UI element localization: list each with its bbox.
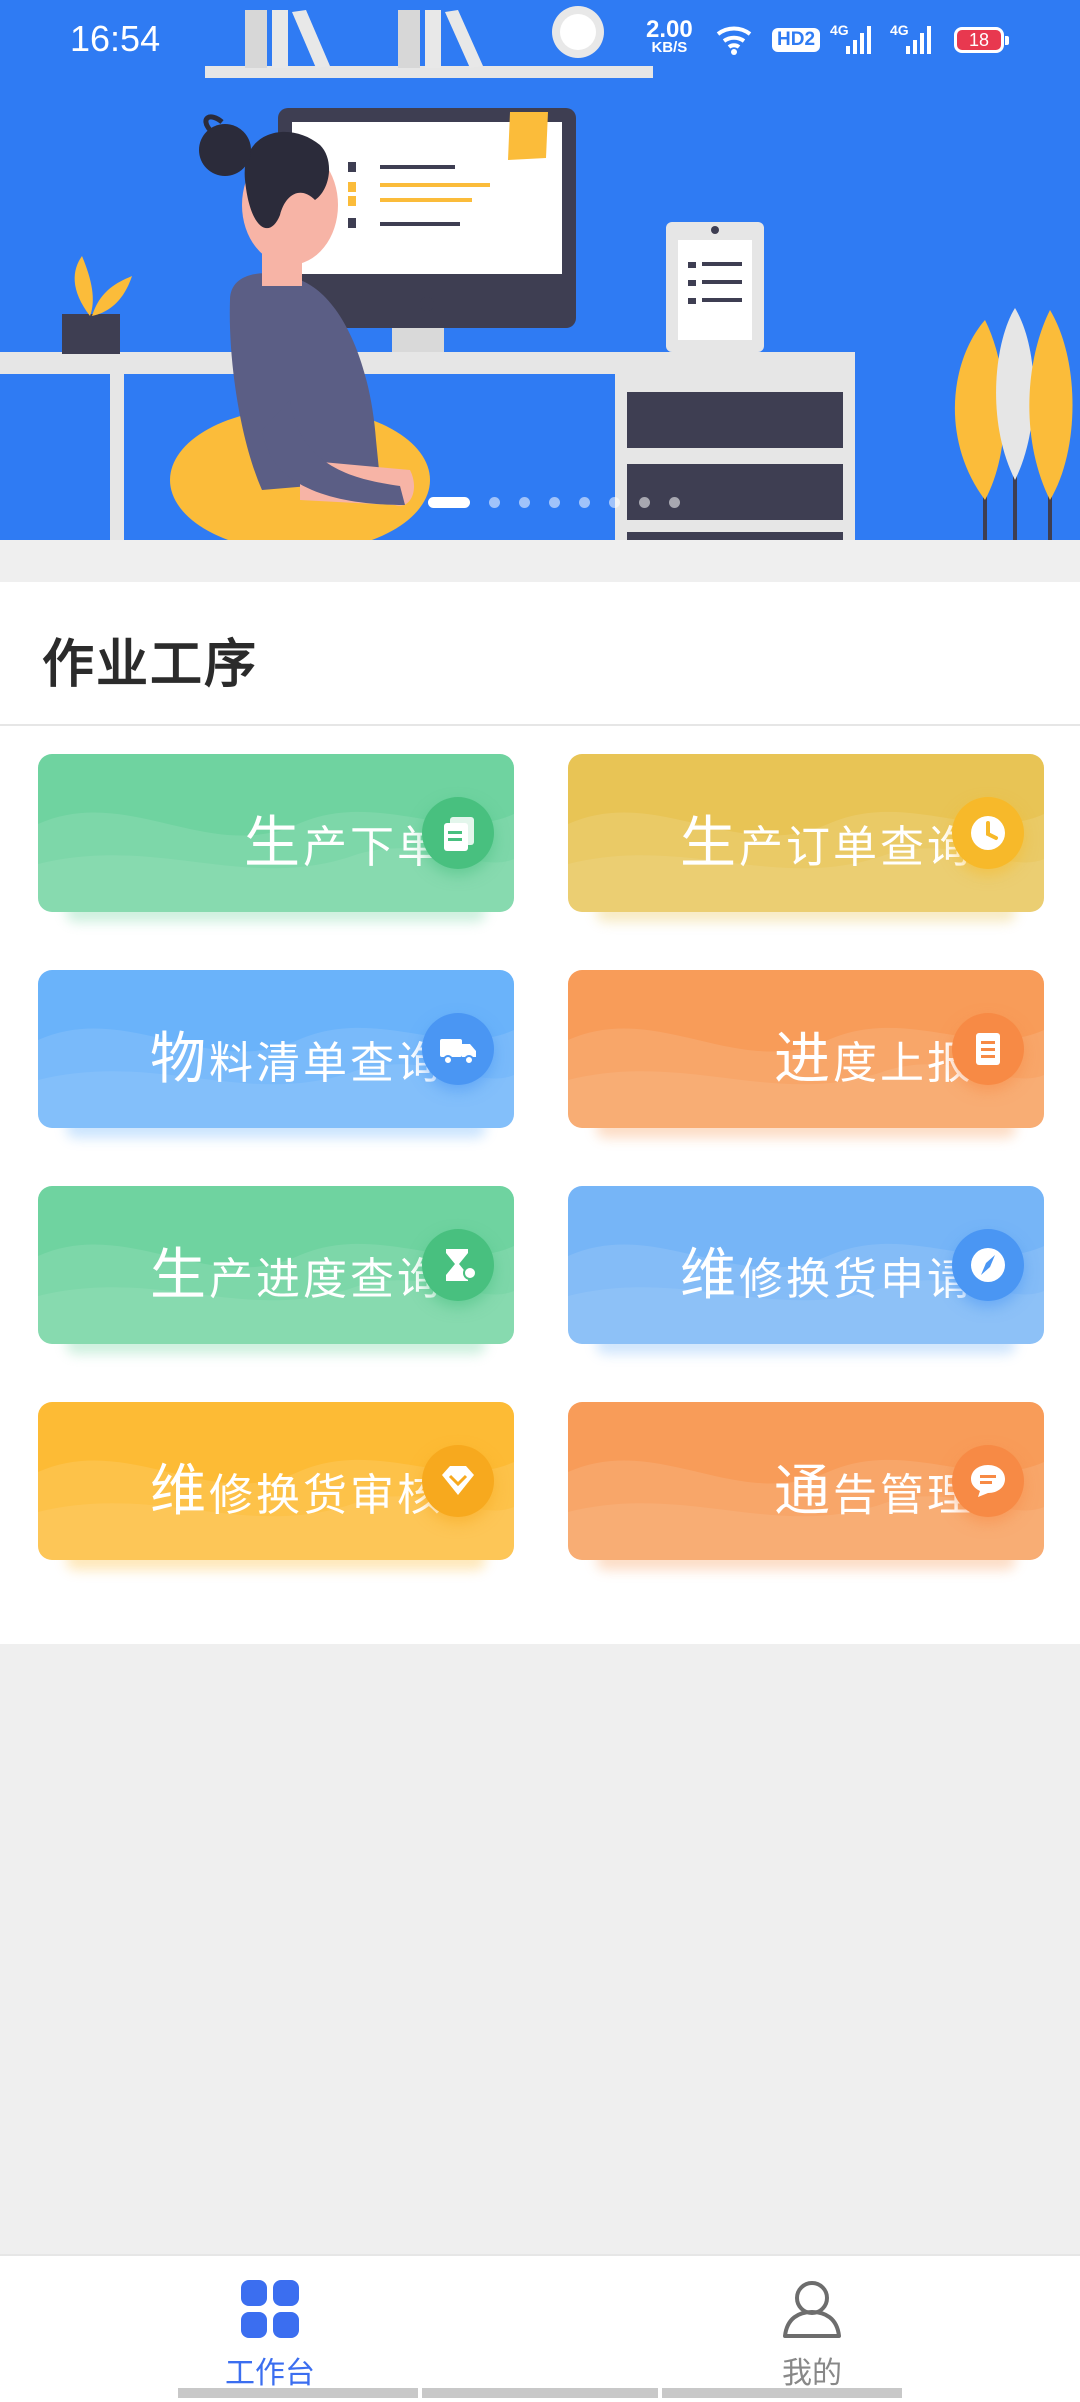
gesture-bar-segment: [422, 2388, 658, 2398]
card-label: 生产订单查询: [680, 798, 974, 879]
message-icon: [952, 1445, 1024, 1517]
process-card[interactable]: 生产进度查询: [38, 1186, 514, 1344]
hourglass-icon: [422, 1229, 494, 1301]
carousel-dot: [549, 497, 560, 508]
process-card[interactable]: 维修换货审核: [38, 1402, 514, 1560]
card-label-first: 生: [680, 811, 739, 876]
network-speed-unit: KB/S: [651, 39, 688, 56]
tab-label: 我的: [782, 2356, 842, 2391]
compass-icon: [952, 1229, 1024, 1301]
card-label-first: 生: [244, 811, 303, 876]
card-label-first: 通: [774, 1459, 833, 1524]
network-speed: 2.00 KB/S: [646, 18, 693, 56]
document-icon: [422, 797, 494, 869]
banner-carousel[interactable]: 16:54 2.00 KB/S HD2 4G 4G 18: [0, 0, 1080, 540]
card-label-rest: 料清单查询: [209, 1038, 444, 1089]
card-label: 物料清单查询: [150, 1014, 444, 1095]
status-time: 16:54: [70, 18, 161, 59]
tab-label: 工作台: [225, 2356, 315, 2391]
tab-workbench[interactable]: 工作台: [190, 2278, 350, 2392]
carousel-dot: [669, 497, 680, 508]
carousel-dot: [489, 497, 500, 508]
tab-mine[interactable]: 我的: [732, 2278, 892, 2392]
card-label: 生产下单: [244, 798, 444, 879]
status-bar: 16:54 2.00 KB/S HD2 4G 4G 18: [0, 0, 1080, 80]
battery-icon: 18: [954, 27, 1009, 53]
carousel-dot: [639, 497, 650, 508]
banner-illustration: [0, 6, 1073, 540]
card-label-rest: 修换货申请: [739, 1254, 974, 1305]
grid-icon: [241, 2280, 299, 2338]
process-card[interactable]: 生产下单: [38, 754, 514, 912]
divider: [0, 724, 1080, 726]
work-process-section: 作业工序 生产下单 生产订单查询 物料清单查询 进度上报 生产进度查询 维修换货申请 维修换…: [0, 582, 1080, 1644]
card-label-first: 进: [774, 1027, 833, 1092]
card-label: 通告管理: [774, 1446, 974, 1527]
carousel-dot: [519, 497, 530, 508]
carousel-dot: [428, 497, 470, 508]
card-label: 进度上报: [774, 1014, 974, 1095]
card-label-rest: 产进度查询: [209, 1254, 444, 1305]
gesture-bar-segment: [178, 2388, 418, 2398]
bottom-tab-bar: 工作台 我的: [0, 2254, 1080, 2402]
card-label-first: 物: [150, 1027, 209, 1092]
section-title: 作业工序: [42, 635, 259, 695]
process-card[interactable]: 进度上报: [568, 970, 1044, 1128]
diamond-icon: [422, 1445, 494, 1517]
card-label-first: 维: [150, 1459, 209, 1524]
process-card[interactable]: 物料清单查询: [38, 970, 514, 1128]
user-icon: [783, 2281, 841, 2338]
clock-icon: [952, 797, 1024, 869]
gesture-bar-segment: [662, 2388, 902, 2398]
process-card[interactable]: 生产订单查询: [568, 754, 1044, 912]
hd-badge: HD2: [772, 28, 821, 52]
card-label: 维修换货审核: [150, 1446, 444, 1527]
carousel-dot: [579, 497, 590, 508]
card-label-first: 生: [150, 1243, 209, 1308]
card-label: 生产进度查询: [150, 1230, 444, 1311]
process-card[interactable]: 通告管理: [568, 1402, 1044, 1560]
card-label-rest: 修换货审核: [209, 1470, 444, 1521]
card-label-rest: 产订单查询: [739, 822, 974, 873]
carousel-dot: [609, 497, 620, 508]
card-label-first: 维: [680, 1243, 739, 1308]
report-icon: [952, 1013, 1024, 1085]
card-label: 维修换货申请: [680, 1230, 974, 1311]
process-card[interactable]: 维修换货申请: [568, 1186, 1044, 1344]
truck-icon: [422, 1013, 494, 1085]
